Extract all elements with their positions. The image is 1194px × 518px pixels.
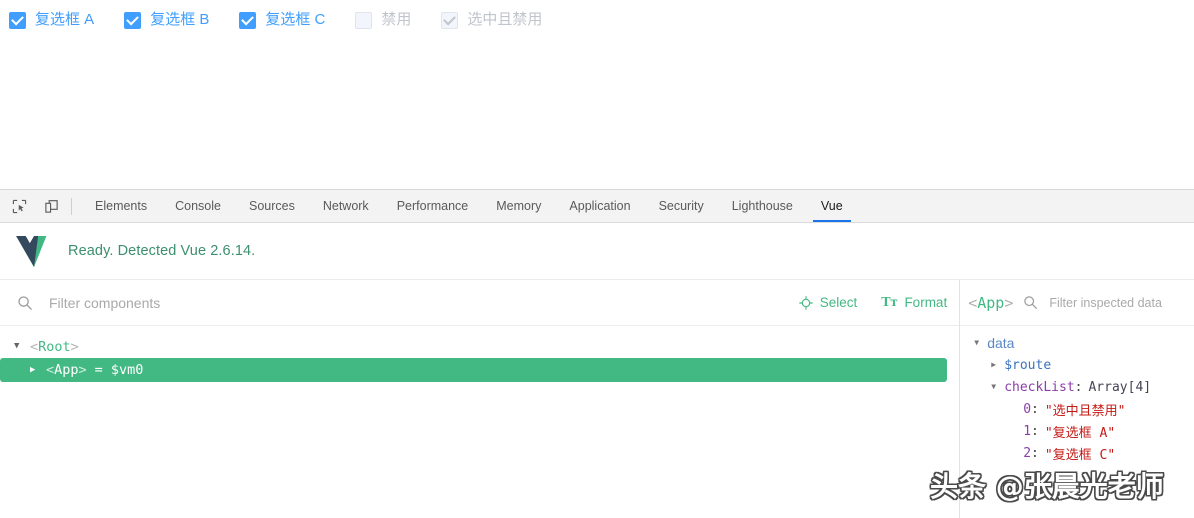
check-icon	[241, 12, 255, 25]
checkbox-label: 复选框 C	[265, 11, 326, 28]
checkbox-2[interactable]: 复选框 B	[124, 11, 209, 29]
caret-right-icon[interactable]: ▶	[30, 365, 42, 375]
device-toolbar-icon[interactable]	[38, 193, 64, 219]
caret-right-icon[interactable]: ▶	[991, 361, 1004, 369]
inspected-data-tree: ▼ data ▶ $route ▼ checkList: Array[4] 0: "选中且禁用"…	[960, 326, 1194, 464]
checkbox-box	[9, 11, 26, 29]
vue-logo-icon	[16, 235, 47, 267]
checkbox-4: 禁用	[355, 11, 411, 29]
component-tree-actions: Select Tт Format	[798, 295, 947, 311]
tag-close-bracket: >	[1004, 293, 1014, 312]
tab-elements[interactable]: Elements	[81, 190, 161, 222]
colon: :	[1031, 423, 1039, 439]
checkbox-box	[355, 11, 373, 29]
component-name: Root	[38, 338, 71, 355]
data-value: "复选框 A"	[1044, 425, 1116, 441]
data-key: data	[987, 335, 1015, 351]
component-name: App	[54, 362, 79, 378]
caret-down-icon[interactable]: ▼	[974, 339, 987, 347]
checkbox-box	[124, 11, 142, 29]
vue-status-text: Ready. Detected Vue 2.6.14.	[68, 243, 256, 259]
data-value: "选中且禁用"	[1044, 403, 1126, 419]
toolbar-divider	[71, 197, 72, 215]
data-row-0[interactable]: 0: "选中且禁用"	[960, 398, 1194, 420]
inspector-header: <App>	[960, 280, 1194, 326]
select-button-label: Select	[819, 295, 858, 310]
inspector-pane: <App> ▼data▶$route▼checkList:Array[4]0:"…	[959, 280, 1194, 518]
vm-reference: = $vm0	[94, 362, 144, 378]
screenshot-root: 复选框 A 复选框 B 复选框 C 禁用 选中且禁用 Elements Console So…	[0, 0, 1194, 518]
vue-status-bar: Ready. Detected Vue 2.6.14.	[0, 223, 1194, 280]
data-row-checkList[interactable]: ▼ checkList: Array[4]	[960, 376, 1194, 398]
colon: :	[1031, 401, 1039, 417]
data-row-1[interactable]: 1: "复选框 A"	[960, 420, 1194, 442]
data-key: 2	[1023, 445, 1032, 461]
checkbox-5: 选中且禁用	[441, 11, 542, 29]
devtools-panel: Elements Console Sources Network Performance…	[0, 189, 1194, 518]
checkbox-3[interactable]: 复选框 C	[239, 11, 325, 29]
colon: :	[1031, 445, 1039, 461]
tag-open-bracket: <	[968, 293, 978, 312]
component-tree: ▼ <Root> ▶ <App> = $vm0	[0, 326, 959, 382]
checkbox-label: 复选框 B	[150, 11, 210, 28]
filter-components-input[interactable]	[47, 293, 799, 312]
checkbox-1[interactable]: 复选框 A	[9, 11, 94, 29]
tab-security[interactable]: Security	[645, 190, 718, 222]
component-tag: <App>	[46, 362, 87, 378]
search-icon	[18, 295, 32, 310]
checkbox-label: 复选框 A	[35, 11, 95, 28]
tab-vue[interactable]: Vue	[807, 190, 857, 222]
data-row-2[interactable]: 2: "复选框 C"	[960, 442, 1194, 464]
tree-row-root[interactable]: ▼ <Root>	[0, 335, 959, 358]
data-key: 1	[1023, 423, 1032, 439]
tab-memory[interactable]: Memory	[482, 190, 555, 222]
caret-down-icon[interactable]: ▼	[14, 342, 26, 351]
tab-lighthouse[interactable]: Lighthouse	[718, 190, 807, 222]
data-key: $route	[1004, 357, 1052, 373]
inspect-element-icon[interactable]	[6, 193, 32, 219]
tab-application[interactable]: Application	[555, 190, 644, 222]
devtools-tabbar: Elements Console Sources Network Performance…	[0, 190, 1194, 223]
app-viewport: 复选框 A 复选框 B 复选框 C 禁用 选中且禁用	[0, 0, 1194, 189]
checkbox-box	[239, 11, 257, 29]
checkbox-label: 禁用	[381, 11, 412, 28]
check-icon	[443, 12, 457, 25]
caret-down-icon[interactable]: ▼	[991, 383, 1004, 391]
component-filter-bar: Select Tт Format	[0, 280, 960, 326]
tab-network[interactable]: Network	[309, 190, 383, 222]
data-value: Array[4]	[1088, 379, 1152, 395]
vue-devtools-body: Select Tт Format ▼<Root>▶<App>= $vm0 <Ap…	[0, 280, 1194, 518]
format-button-label: Format	[904, 295, 948, 310]
checkbox-label: 选中且禁用	[467, 11, 543, 28]
tab-performance[interactable]: Performance	[383, 190, 483, 222]
search-icon	[1024, 296, 1038, 309]
data-value: "复选框 C"	[1044, 447, 1116, 463]
data-row-route[interactable]: ▶ $route	[960, 354, 1194, 376]
filter-inspected-data-input[interactable]	[1047, 294, 1177, 311]
check-icon	[126, 12, 140, 25]
component-tree-pane: Select Tт Format ▼ <Root> ▶ <App> = $vm0	[0, 280, 960, 518]
checkbox-box	[441, 11, 459, 29]
tab-sources[interactable]: Sources	[235, 190, 309, 222]
check-icon	[11, 12, 24, 25]
data-row-data[interactable]: ▼ data	[960, 332, 1194, 354]
data-key: checkList	[1004, 379, 1075, 395]
select-button[interactable]: Select	[798, 295, 858, 310]
tag-name: App	[977, 293, 1005, 312]
text-format-icon: Tт	[881, 294, 898, 310]
inspected-component-tag: <App>	[968, 294, 1013, 312]
format-button[interactable]: Tт Format	[881, 295, 947, 311]
devtools-tab-list: Elements Console Sources Network Performance…	[81, 190, 857, 222]
tree-row-app[interactable]: ▶ <App> = $vm0	[0, 358, 948, 382]
checkbox-group: 复选框 A 复选框 B 复选框 C 禁用 选中且禁用	[9, 11, 572, 29]
crosshair-icon	[798, 295, 813, 310]
component-tag: <Root>	[30, 338, 79, 355]
data-key: 0	[1023, 401, 1032, 417]
tab-console[interactable]: Console	[161, 190, 235, 222]
colon: :	[1074, 379, 1083, 395]
